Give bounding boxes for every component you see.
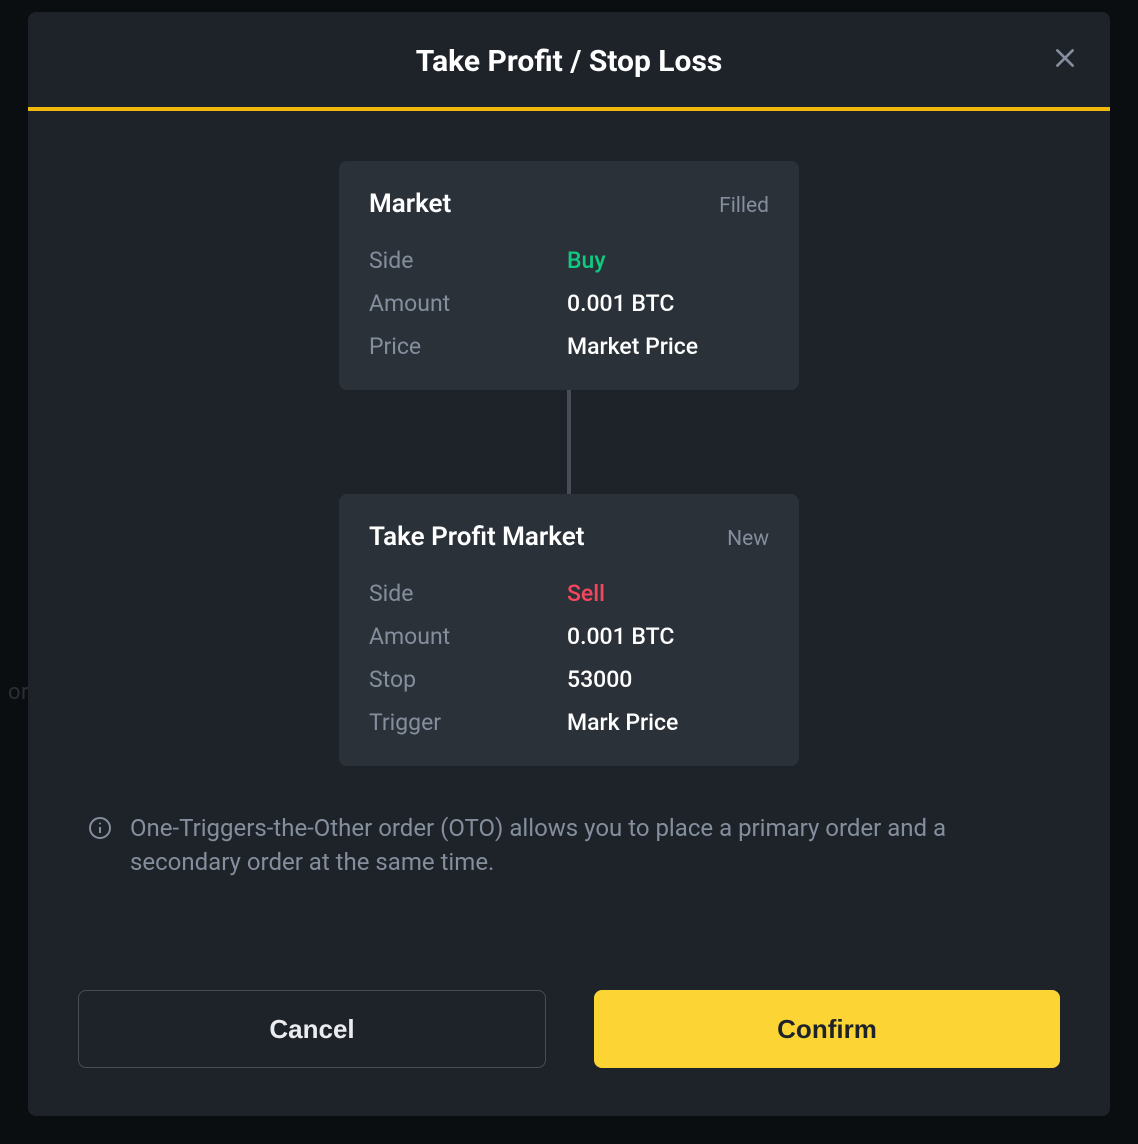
secondary-trigger-value: Mark Price: [567, 709, 678, 736]
secondary-amount-label: Amount: [369, 623, 567, 650]
cancel-button[interactable]: Cancel: [78, 990, 546, 1068]
primary-amount-value: 0.001 BTC: [567, 290, 674, 317]
primary-order-title: Market: [369, 189, 451, 219]
primary-order-card: Market Filled Side Buy Amount 0.001 BTC …: [339, 161, 799, 390]
primary-amount-label: Amount: [369, 290, 567, 317]
confirm-button[interactable]: Confirm: [594, 990, 1060, 1068]
secondary-side-label: Side: [369, 580, 567, 607]
secondary-order-status: New: [727, 527, 769, 551]
secondary-stop-value: 53000: [567, 666, 632, 693]
primary-price-label: Price: [369, 333, 567, 360]
tp-sl-modal: Take Profit / Stop Loss Market Filled Si…: [28, 12, 1110, 1116]
modal-body: Market Filled Side Buy Amount 0.001 BTC …: [28, 111, 1110, 954]
secondary-side-value: Sell: [567, 580, 605, 607]
primary-price-value: Market Price: [567, 333, 698, 360]
close-button[interactable]: [1048, 43, 1082, 77]
info-icon: [88, 816, 112, 840]
info-block: One-Triggers-the-Other order (OTO) allow…: [28, 766, 1110, 879]
secondary-trigger-label: Trigger: [369, 709, 567, 736]
secondary-amount-value: 0.001 BTC: [567, 623, 674, 650]
modal-title: Take Profit / Stop Loss: [28, 44, 1110, 79]
primary-side-label: Side: [369, 247, 567, 274]
order-connector: [567, 390, 571, 494]
close-icon: [1052, 45, 1078, 75]
primary-side-value: Buy: [567, 247, 606, 274]
secondary-stop-label: Stop: [369, 666, 567, 693]
secondary-order-card: Take Profit Market New Side Sell Amount …: [339, 494, 799, 766]
info-text: One-Triggers-the-Other order (OTO) allow…: [130, 812, 1040, 879]
secondary-order-title: Take Profit Market: [369, 522, 584, 552]
modal-header: Take Profit / Stop Loss: [28, 12, 1110, 111]
modal-footer: Cancel Confirm: [28, 954, 1110, 1116]
primary-order-status: Filled: [719, 194, 769, 218]
